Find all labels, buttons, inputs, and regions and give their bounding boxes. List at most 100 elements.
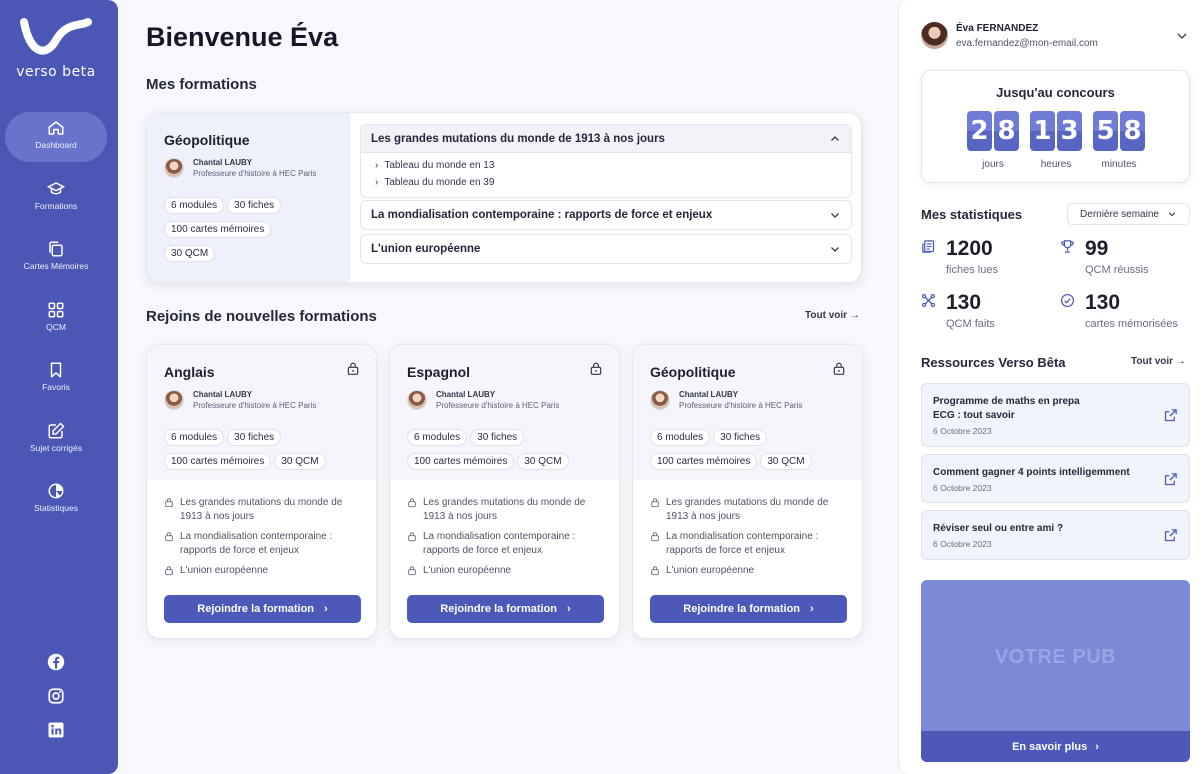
join-formation-button[interactable]: Rejoindre la formation ›	[650, 595, 847, 623]
resource-card[interactable]: Programme de maths en prepa ECG : tout s…	[921, 383, 1190, 447]
lock-icon	[347, 362, 359, 375]
formation-pills: 6 modules 30 fiches 100 cartes mémoires 3…	[164, 195, 344, 267]
chapter-list: Les grandes mutations du monde de 1913 à…	[164, 496, 364, 584]
nav-label: Statistiques	[34, 503, 78, 513]
learn-more-button[interactable]: En savoir plus ›	[921, 731, 1190, 762]
lock-icon	[408, 532, 416, 542]
cards-icon	[49, 241, 63, 257]
arrow-right-icon: →	[849, 310, 860, 321]
instagram-icon[interactable]	[47, 687, 65, 705]
digit: 8	[1120, 111, 1145, 151]
page-title: Bienvenue Éva	[146, 22, 339, 52]
pill-cartes: 100 cartes mémoires	[650, 453, 758, 470]
pill-fiches: 30 fiches	[713, 429, 768, 446]
logo[interactable]: verso beta	[0, 18, 112, 80]
chevron-down-icon	[831, 213, 839, 218]
chapter-item: La mondialisation contemporaine : rappor…	[164, 530, 364, 558]
pill-cartes: 100 cartes mémoires	[164, 453, 272, 470]
linkedin-icon[interactable]	[47, 721, 65, 739]
module-submenu: › Tableau du monde en 13 › Tableau du mond…	[361, 153, 851, 197]
chevron-right-icon: ›	[324, 603, 328, 615]
submodule-label: Tableau du monde en 39	[384, 177, 495, 188]
chevron-down-icon	[831, 247, 839, 252]
resource-card[interactable]: Réviser seul ou entre ami ? 6 Octobre 20…	[921, 510, 1190, 560]
countdown-hours: 13 heures	[1029, 111, 1083, 170]
submodule-label: Tableau du monde en 13	[384, 160, 495, 171]
join-formation-button[interactable]: Rejoindre la formation ›	[407, 595, 604, 623]
formation-title: Anglais	[164, 364, 215, 380]
join-formation-button[interactable]: Rejoindre la formation ›	[164, 595, 361, 623]
digit: 5	[1093, 111, 1118, 151]
chevron-right-icon: ›	[375, 160, 379, 171]
lock-icon	[165, 498, 173, 508]
chapter-item: La mondialisation contemporaine : rappor…	[650, 530, 850, 558]
lock-icon	[165, 532, 173, 542]
module-accordion-2: La mondialisation contemporaine : rappor…	[360, 200, 852, 230]
chapter-item: La mondialisation contemporaine : rappor…	[407, 530, 607, 558]
period-select[interactable]: Dernière semaine	[1067, 203, 1190, 225]
nav-cartes-memoires[interactable]: Cartes Mémoires	[5, 233, 107, 283]
countdown-label: heures	[1040, 159, 1072, 170]
module-title: L'union européenne	[371, 243, 481, 255]
module-header[interactable]: Les grandes mutations du monde de 1913 à…	[361, 125, 851, 153]
nav-dashboard[interactable]: Dashboard	[5, 112, 107, 162]
grid-icon	[48, 302, 64, 318]
chevron-up-icon	[831, 135, 839, 141]
nav-formations[interactable]: Formations	[5, 173, 107, 223]
resource-card[interactable]: Comment gagner 4 points intelligemment 6…	[921, 454, 1190, 503]
resource-date: 6 Octobre 2023	[933, 483, 992, 493]
nav-favoris[interactable]: Favoris	[5, 354, 107, 404]
document-icon	[922, 240, 935, 253]
chapter-item: Les grandes mutations du monde de 1913 à…	[407, 496, 607, 524]
teacher: Chantal LAUBY Professeure d'histoire à H…	[164, 390, 316, 410]
learn-more-label: En savoir plus	[1012, 740, 1088, 753]
nav-statistiques[interactable]: Statistiques	[5, 475, 107, 525]
countdown-days: 28 jours	[966, 111, 1020, 170]
teacher-role: Professeure d'histoire à HEC Paris	[193, 401, 317, 410]
pill-modules: 6 modules	[164, 429, 225, 446]
facebook-icon[interactable]	[47, 653, 65, 671]
nav-sujet-corriges[interactable]: Sujet corrigés	[5, 415, 107, 465]
module-header[interactable]: L'union européenne	[361, 235, 851, 263]
formation-card-anglais: Anglais Chantal LAUBY Professeure d'hist…	[146, 344, 377, 639]
see-all-formations-link[interactable]: Tout voir →	[805, 310, 860, 321]
nav-label: QCM	[46, 322, 66, 332]
see-all-label: Tout voir	[805, 310, 848, 321]
nav-label: Formations	[34, 201, 78, 211]
formation-pills: 6 modules 30 fiches 100 cartes mémoires 30…	[407, 427, 617, 475]
chevron-down-icon[interactable]	[1175, 30, 1189, 42]
teacher-role: Professeure d'histoire à HEC Paris	[679, 401, 803, 410]
countdown-card: Jusqu'au concours 28 jours 13 heures 58 …	[921, 70, 1190, 183]
avatar	[650, 390, 670, 410]
pill-fiches: 30 fiches	[227, 429, 282, 446]
submodule-item[interactable]: › Tableau du monde en 13	[375, 157, 837, 174]
chevron-down-icon	[1168, 212, 1176, 217]
new-formations-title: Rejoins de nouvelles formations	[146, 308, 377, 325]
teacher-role: Professeure d'histoire à HEC Paris	[436, 401, 560, 410]
module-accordion-1: Les grandes mutations du monde de 1913 à…	[360, 124, 852, 198]
module-title: La mondialisation contemporaine : rappor…	[371, 209, 713, 221]
avatar	[164, 158, 184, 178]
chapter-item: L'union européenne	[650, 564, 850, 578]
chevron-right-icon: ›	[1095, 740, 1099, 753]
see-all-resources-link[interactable]: Tout voir →	[1131, 356, 1186, 367]
stat-value: 99	[1085, 237, 1109, 260]
nav-qcm[interactable]: QCM	[5, 294, 107, 344]
user-avatar[interactable]	[921, 22, 948, 49]
pill-fiches: 30 fiches	[470, 429, 525, 446]
chapter-label: Les grandes mutations du monde de 1913 à…	[423, 497, 586, 522]
submodule-item[interactable]: › Tableau du monde en 39	[375, 174, 837, 191]
pill-modules: 6 modules	[164, 197, 225, 214]
teacher-name: Chantal LAUBY	[193, 390, 253, 399]
stat-value: 130	[1085, 291, 1121, 314]
nav-label: Dashboard	[35, 140, 77, 150]
chapter-item: L'union européenne	[407, 564, 607, 578]
stat-label: fiches lues	[946, 264, 998, 276]
resources-title: Ressources Verso Bêta	[921, 355, 1066, 370]
chapter-label: Les grandes mutations du monde de 1913 à…	[180, 497, 343, 522]
chapter-item: L'union européenne	[164, 564, 364, 578]
formation-title: Espagnol	[407, 364, 471, 380]
chapter-label: L'union européenne	[423, 565, 512, 576]
join-label: Rejoindre la formation	[440, 603, 558, 615]
module-header[interactable]: La mondialisation contemporaine : rappor…	[361, 201, 851, 229]
